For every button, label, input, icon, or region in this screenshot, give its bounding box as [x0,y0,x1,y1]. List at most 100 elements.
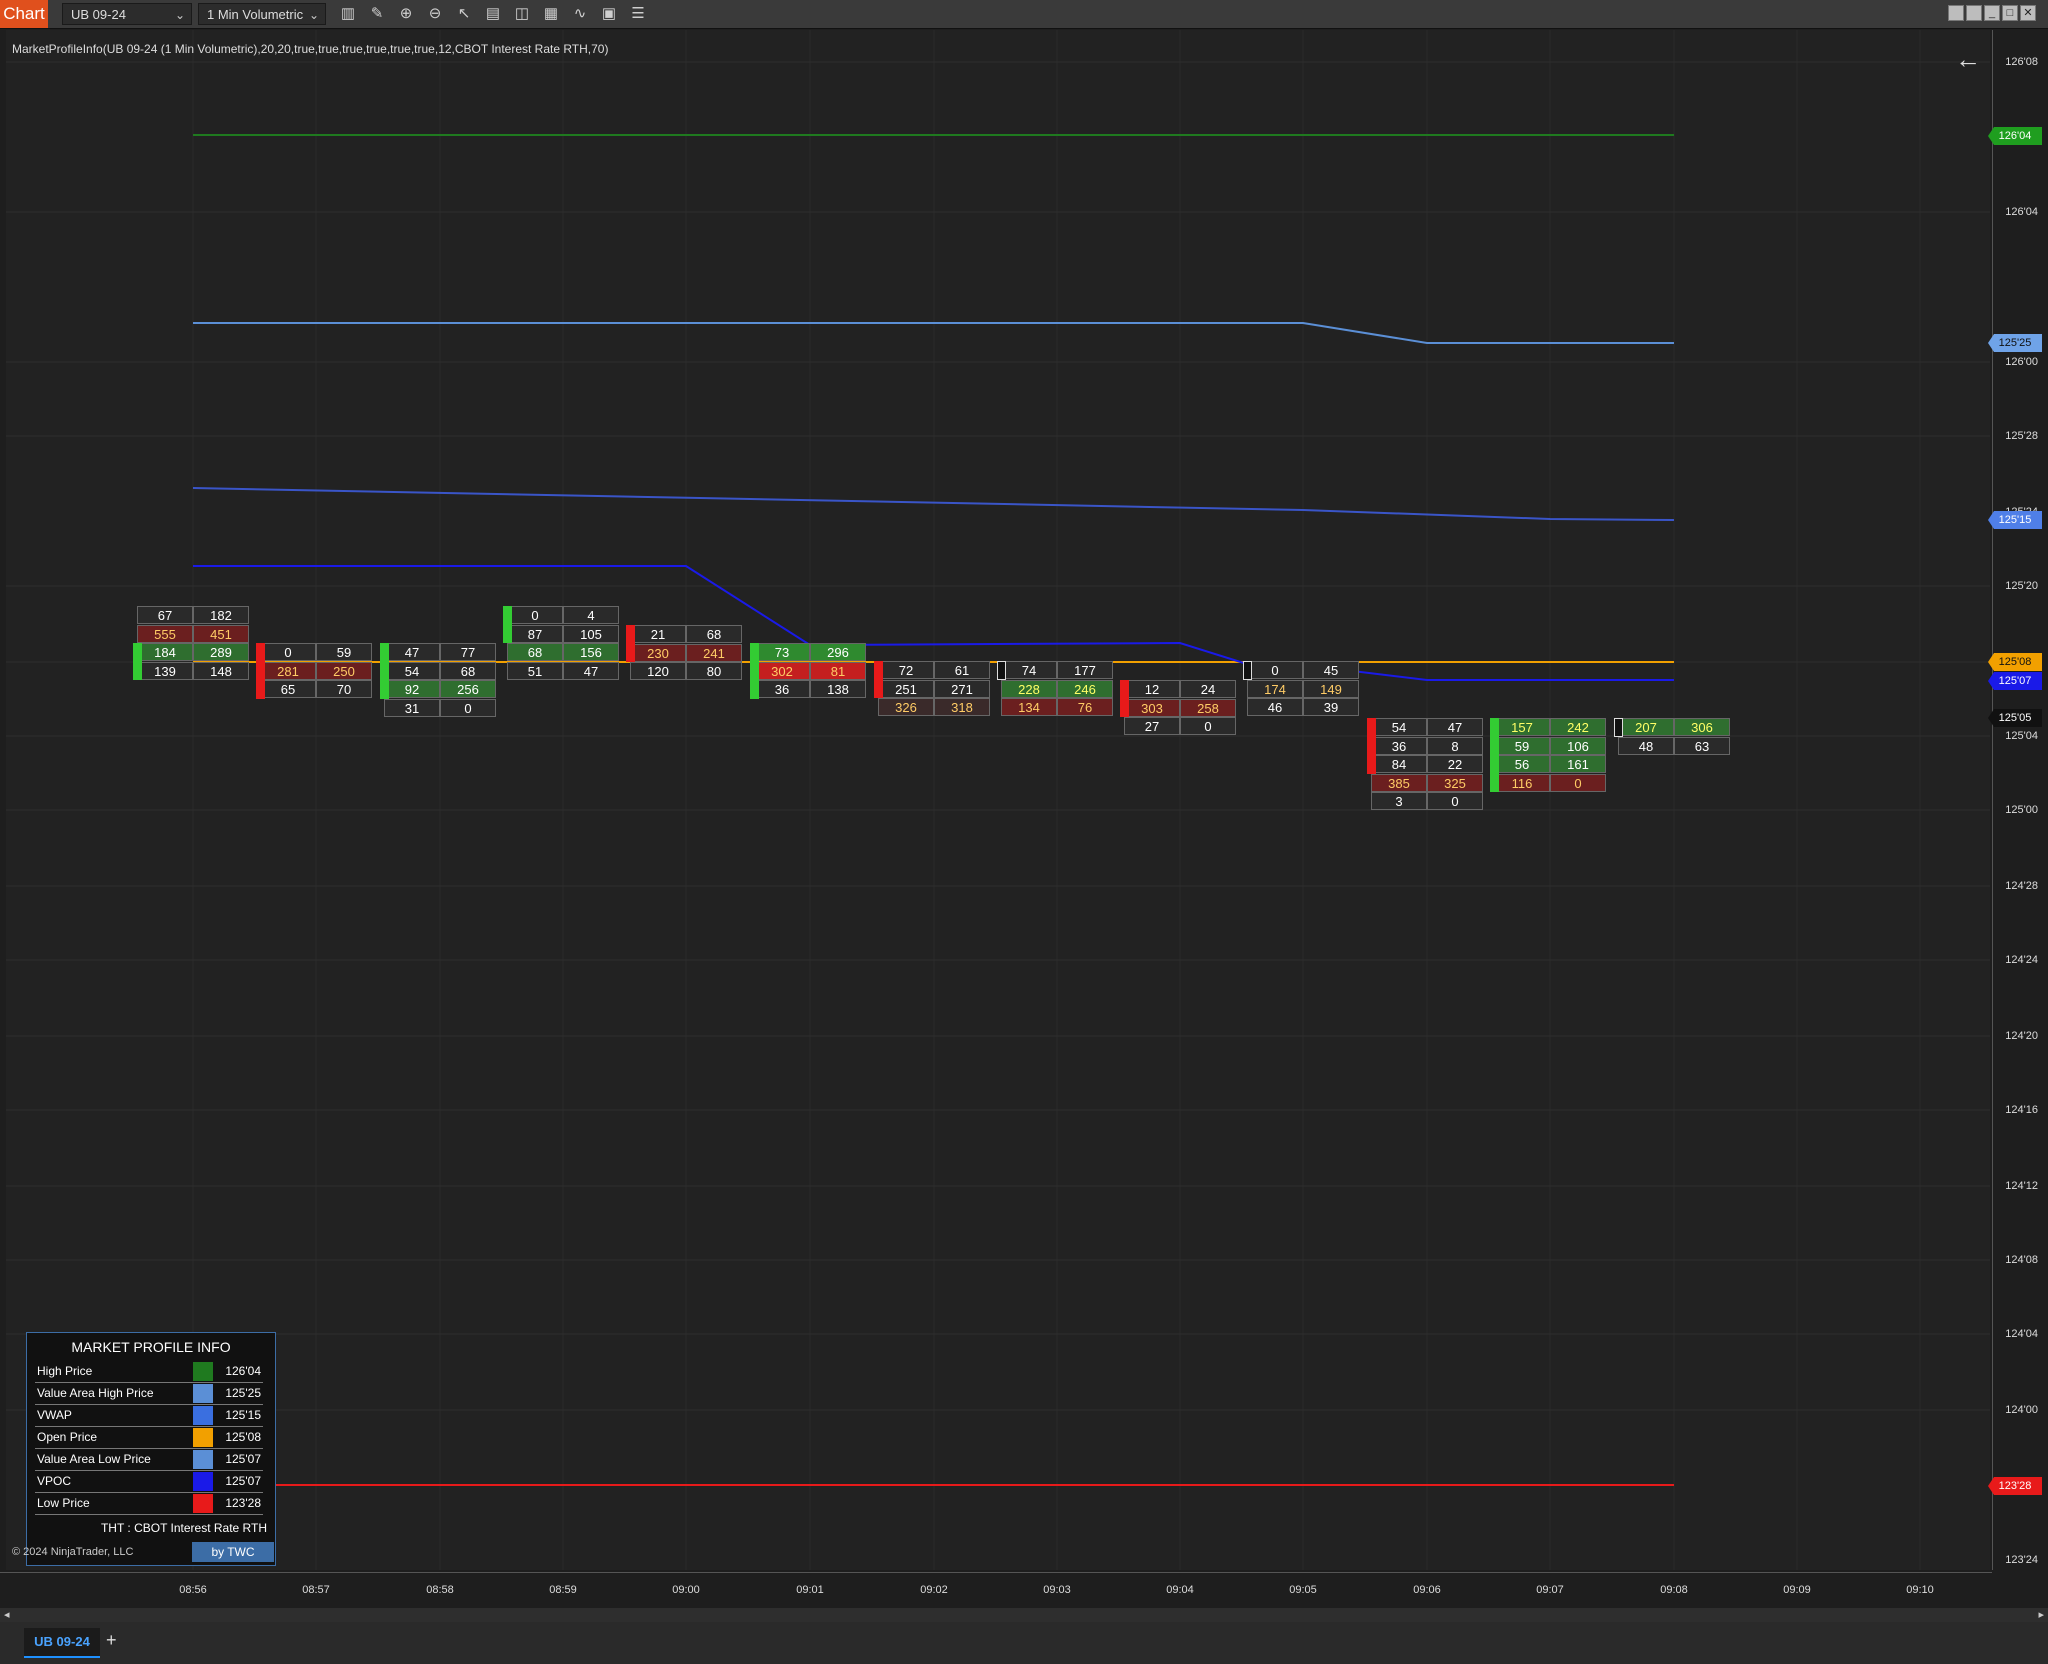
panel-row-label: Value Area Low Price [37,1452,151,1466]
strategies-icon[interactable]: ▣ [599,4,619,24]
panel-row-value: 123'28 [225,1496,261,1510]
volume-cell: 241 [686,643,742,662]
volume-cell: 70 [316,680,372,699]
volume-cell: 54 [384,661,440,680]
volume-cell: 451 [193,624,249,643]
timeframe-label: 1 Min Volumetric [207,7,304,22]
volume-cell: 63 [1674,736,1730,755]
volume-cell: 207 [1618,718,1674,736]
pencil-icon[interactable]: ✎ [367,4,387,24]
panel-row: Open Price 125'08 [35,1427,263,1449]
price-badge: 125'08 [1988,653,2042,671]
chevron-down-icon: ⌄ [308,8,319,22]
scroll-right-icon[interactable]: ▸ [2038,1608,2044,1621]
panel-row-label: Value Area High Price [37,1386,154,1400]
price-badge: 126'04 [1988,127,2042,145]
minimize-button[interactable]: _ [1984,5,2000,21]
volume-cell: 555 [137,624,193,643]
volume-cell: 56 [1494,755,1550,774]
volume-cell: 8 [1427,736,1483,755]
volume-cell: 74 [1001,661,1057,679]
panel-row-swatch [193,1472,213,1491]
volume-cell: 138 [810,680,866,699]
panel-row-value: 125'25 [225,1386,261,1400]
price-tick: 124'12 [2005,1180,2038,1192]
volume-cell: 80 [686,662,742,681]
volume-cell: 105 [563,624,619,643]
volume-cell: 31 [384,698,440,717]
instrument-label: UB 09-24 [71,7,126,22]
panel-row-value: 125'15 [225,1408,261,1422]
panel-row-swatch [193,1362,213,1381]
timeframe-selector[interactable]: 1 Min Volumetric ⌄ [198,3,326,25]
panel-row-value: 126'04 [225,1364,261,1378]
price-tick: 123'24 [2005,1554,2038,1566]
time-tick: 09:10 [1906,1584,1934,1596]
tab-ub-09-24[interactable]: UB 09-24 [24,1628,100,1658]
volume-cell: 65 [260,680,316,699]
template-icon[interactable]: ▤ [483,4,503,24]
volume-cell: 0 [507,606,563,624]
scroll-left-icon[interactable]: ◂ [4,1608,10,1621]
volume-cell: 250 [316,661,372,680]
time-axis[interactable] [0,1572,1992,1611]
window-layout2-button[interactable] [1966,5,1982,21]
chart-plot-area[interactable] [6,30,1990,1570]
maximize-button[interactable]: □ [2002,5,2018,21]
panel-row-value: 125'07 [225,1474,261,1488]
indicators-icon[interactable]: ∿ [570,4,590,24]
close-button[interactable]: ✕ [2020,5,2036,21]
pointer-icon[interactable]: ↖ [454,4,474,24]
time-tick: 09:07 [1536,1584,1564,1596]
volume-cell: 184 [137,643,193,662]
volume-cell: 161 [1550,755,1606,774]
volume-cell: 281 [260,661,316,680]
horizontal-scrollbar[interactable]: ◂ ▸ [0,1608,2048,1622]
candle-body [1120,680,1129,718]
panel-title: MARKET PROFILE INFO [71,1339,231,1355]
price-badge: 125'05 [1988,709,2042,727]
volume-cell: 4 [563,606,619,624]
price-tick: 125'20 [2005,580,2038,592]
price-tick: 125'00 [2005,804,2038,816]
volume-cell: 39 [1303,698,1359,717]
candle-body [133,643,142,681]
volume-cell: 77 [440,643,496,661]
price-tick: 125'28 [2005,430,2038,442]
window-layout-button[interactable] [1948,5,1964,21]
list-icon[interactable]: ☰ [628,4,648,24]
panel-row-label: Open Price [37,1430,98,1444]
zoom-in-icon[interactable]: ⊕ [396,4,416,24]
chart-style-icon[interactable]: ▦ [541,4,561,24]
back-arrow-icon[interactable]: ← [1955,44,1981,75]
volume-cell: 47 [563,661,619,680]
panel-row-label: High Price [37,1364,93,1378]
add-tab-button[interactable]: + [106,1630,117,1651]
time-tick: 09:06 [1413,1584,1441,1596]
volume-cell: 0 [1550,773,1606,792]
chart-canvas [6,30,1990,1570]
volume-cell: 21 [630,625,686,643]
chart-tab[interactable]: Chart [0,0,48,28]
volume-cell: 87 [507,624,563,643]
instrument-selector[interactable]: UB 09-24 ⌄ [62,3,192,25]
volume-cell: 61 [934,661,990,679]
panel-row: VWAP 125'15 [35,1405,263,1427]
volume-cell: 148 [193,661,249,680]
panel-row-label: VPOC [37,1474,72,1488]
volume-cell: 36 [754,680,810,699]
panel-row: VPOC 125'07 [35,1471,263,1493]
indicator-label: MarketProfileInfo(UB 09-24 (1 Min Volume… [12,42,609,56]
volume-cell: 0 [1427,792,1483,811]
candle-body [1243,661,1252,680]
volume-cell: 0 [1247,661,1303,679]
panel-row-value: 125'07 [225,1452,261,1466]
zoom-out-icon[interactable]: ⊖ [425,4,445,24]
price-tick: 124'20 [2005,1030,2038,1042]
volume-cell: 177 [1057,661,1113,679]
time-tick: 08:59 [549,1584,577,1596]
bars-icon[interactable]: ▥ [338,4,358,24]
volume-cell: 149 [1303,679,1359,698]
price-badge: 123'28 [1988,1477,2042,1495]
split-icon[interactable]: ◫ [512,4,532,24]
